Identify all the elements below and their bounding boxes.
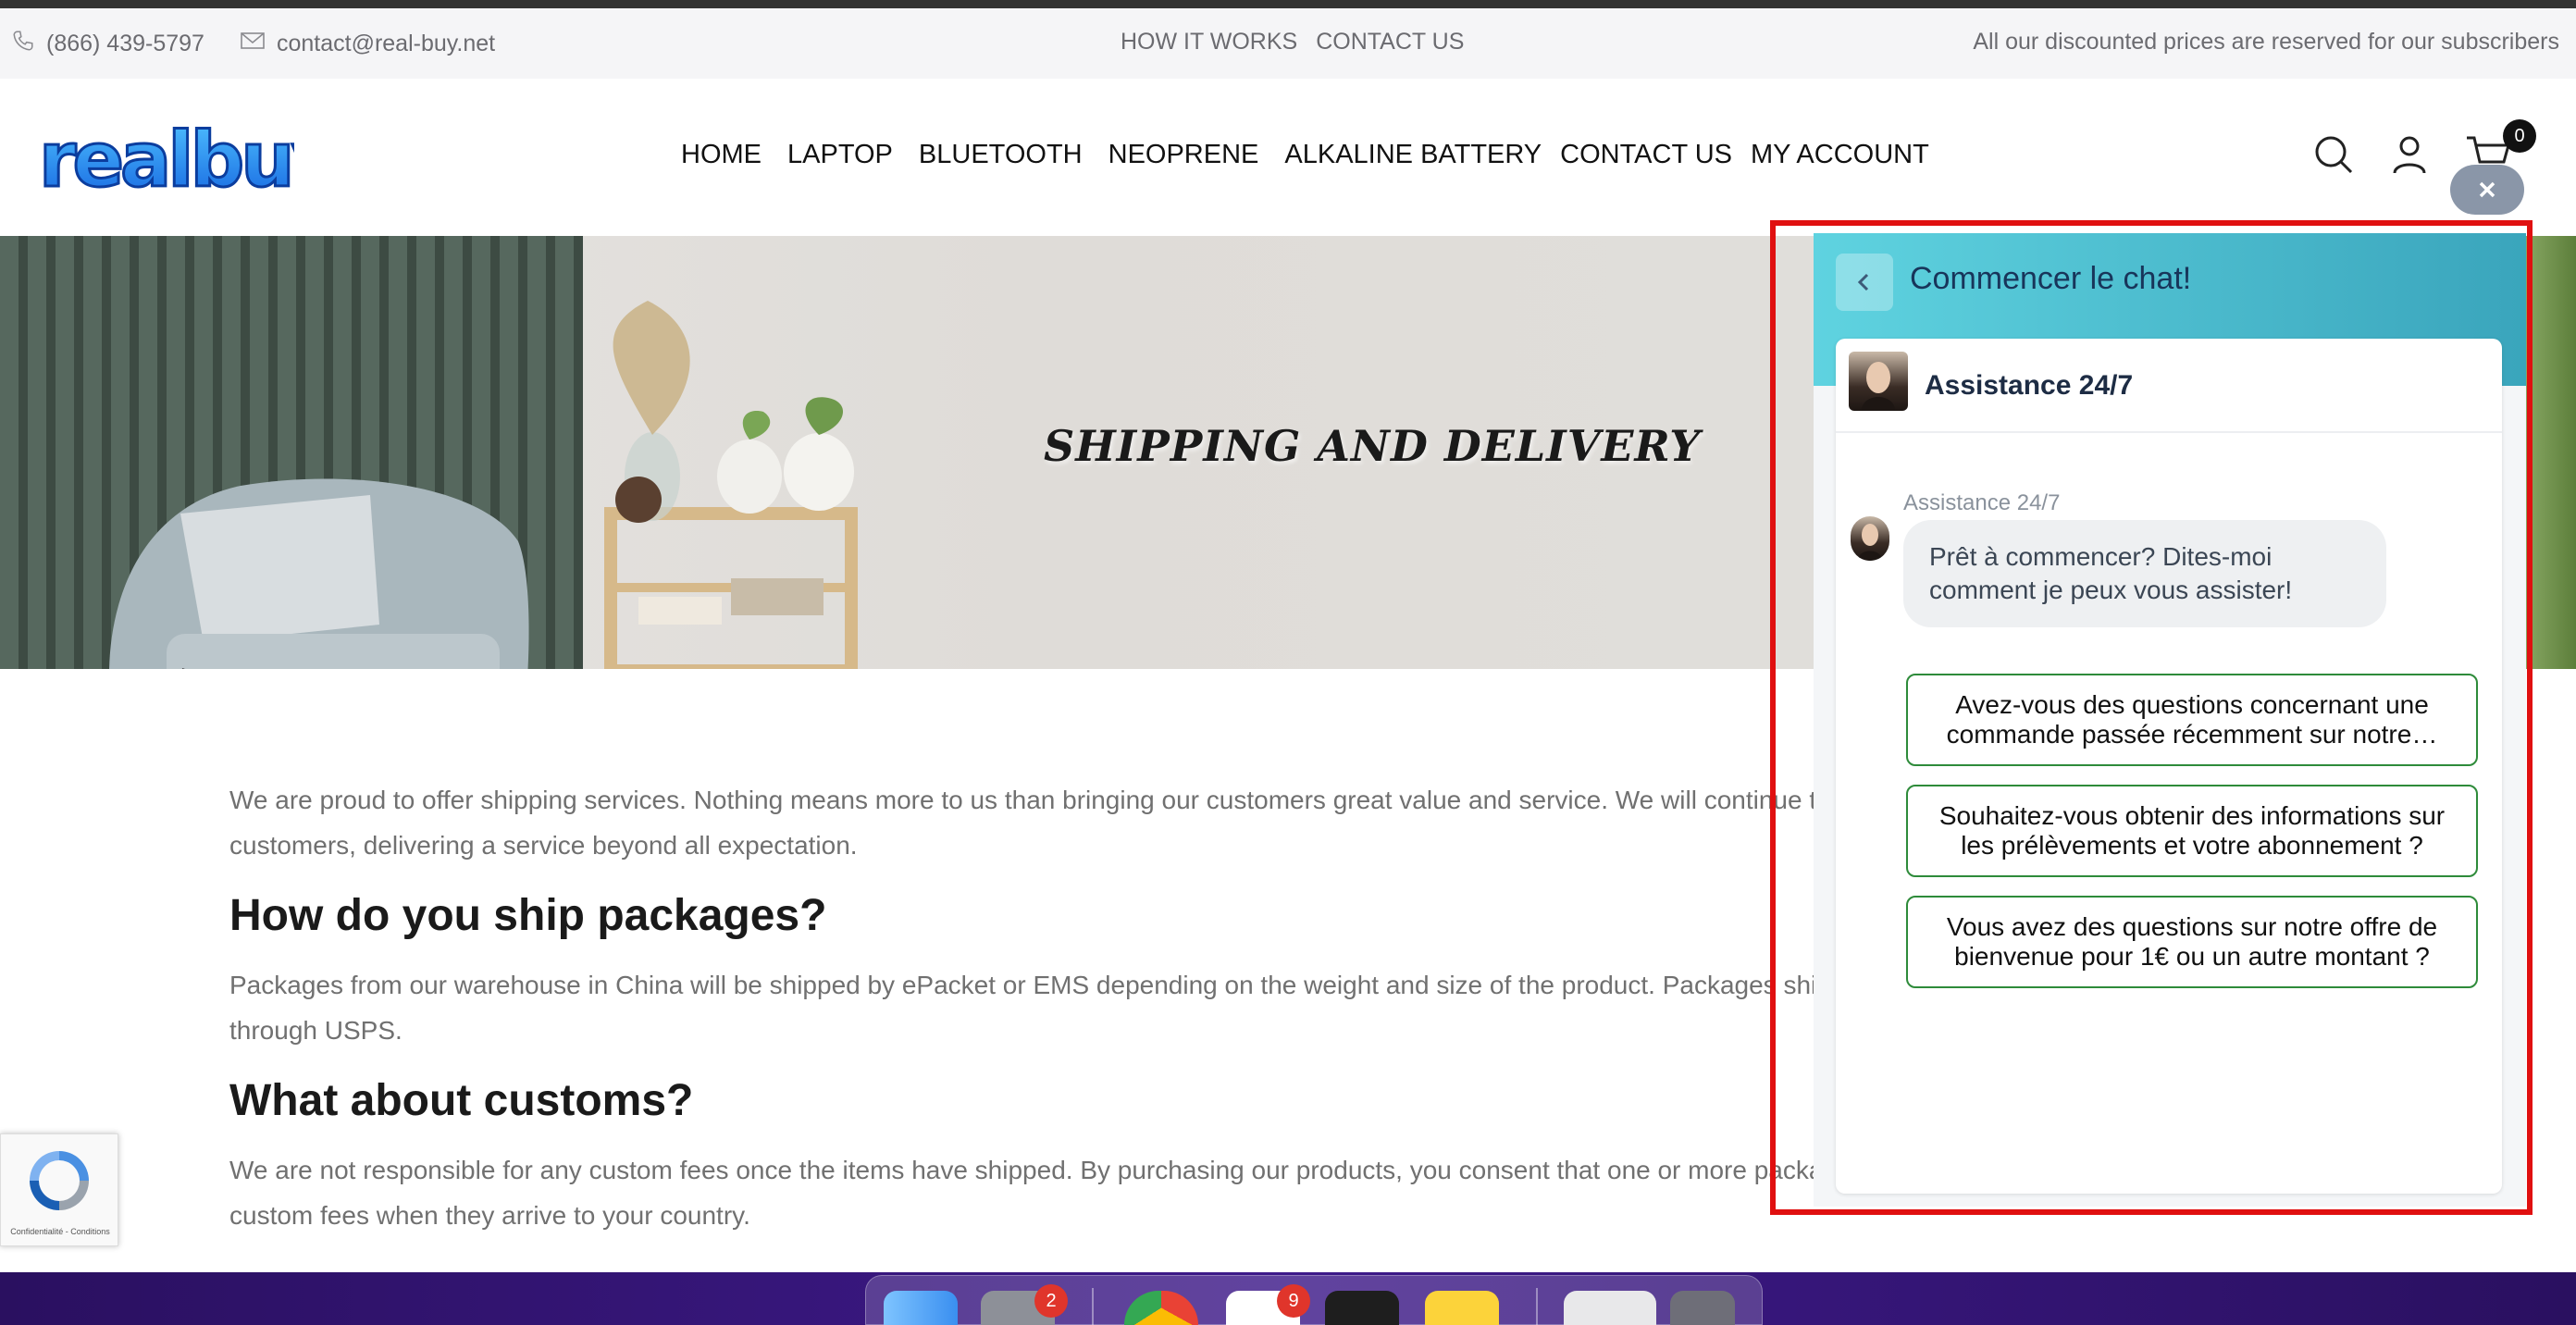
nav-laptop[interactable]: LAPTOP (787, 140, 893, 170)
window-thumbnail-icon[interactable] (1564, 1291, 1656, 1325)
phone-icon (11, 29, 35, 59)
how-it-works-link[interactable]: HOW IT WORKS (1121, 29, 1297, 56)
recaptcha-label[interactable]: Confidentialité - Conditions (1, 1227, 119, 1236)
email-link[interactable]: contact@real-buy.net (277, 31, 495, 57)
search-icon[interactable] (2313, 134, 2354, 180)
primary-nav: HOME LAPTOP BLUETOOTH NEOPRENE ALKALINE … (681, 140, 1955, 170)
nav-neoprene[interactable]: NEOPRENE (1108, 140, 1259, 170)
dock-divider (1092, 1288, 1094, 1325)
nav-my-account[interactable]: MY ACCOUNT (1751, 140, 1929, 170)
dock-divider-2 (1536, 1288, 1538, 1325)
recaptcha-badge[interactable]: Confidentialité - Conditions (0, 1133, 118, 1246)
trash-icon[interactable] (1670, 1291, 1735, 1325)
logo-text: realbuy (39, 117, 294, 204)
slack-badge: 9 (1277, 1284, 1310, 1318)
finder-icon[interactable] (884, 1291, 958, 1325)
subscriber-notice: All our discounted prices are reserved f… (1973, 29, 2559, 55)
recaptcha-icon (30, 1151, 89, 1210)
notes-icon[interactable] (1425, 1291, 1499, 1325)
logo[interactable]: realbuy (35, 114, 345, 206)
close-icon (2479, 181, 2496, 198)
contact-us-top-link[interactable]: CONTACT US (1316, 29, 1464, 56)
hero-decor-illustration (109, 301, 858, 669)
mail-icon (240, 31, 266, 57)
settings-badge: 2 (1034, 1284, 1068, 1318)
nav-contact-us[interactable]: CONTACT US (1560, 140, 1732, 170)
user-icon[interactable] (2391, 134, 2428, 180)
cart-count-badge: 0 (2503, 119, 2536, 153)
utility-bar: (866) 439-5797 contact@real-buy.net HOW … (0, 8, 2576, 79)
chat-close-button[interactable] (2450, 165, 2524, 215)
nav-bluetooth[interactable]: BLUETOOTH (919, 140, 1083, 170)
nav-home[interactable]: HOME (681, 140, 762, 170)
figma-icon[interactable] (1325, 1291, 1399, 1325)
main-header: realbuy HOME LAPTOP BLUETOOTH NEOPRENE A… (0, 79, 2576, 236)
phone-link[interactable]: (866) 439-5797 (46, 31, 204, 57)
window-top-edge (0, 0, 2576, 8)
highlight-box (1770, 220, 2533, 1215)
nav-alkaline-battery[interactable]: ALKALINE BATTERY (1284, 140, 1542, 170)
hero-title: SHIPPING AND DELIVERY (1044, 421, 1702, 471)
